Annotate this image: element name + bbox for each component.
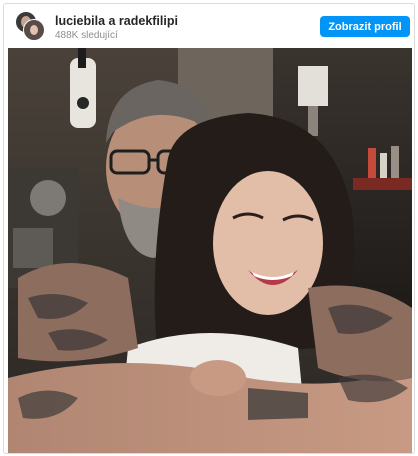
view-profile-button[interactable]: Zobrazit profil <box>320 16 410 37</box>
post-header: luciebila a radekfilipi 488K sledující Z… <box>4 4 414 48</box>
post-photo[interactable] <box>8 48 412 453</box>
follower-count: 488K sledující <box>55 30 118 41</box>
account-names[interactable]: luciebila a radekfilipi <box>55 14 178 28</box>
instagram-embed: luciebila a radekfilipi 488K sledující Z… <box>3 3 415 454</box>
avatar[interactable] <box>23 19 45 41</box>
